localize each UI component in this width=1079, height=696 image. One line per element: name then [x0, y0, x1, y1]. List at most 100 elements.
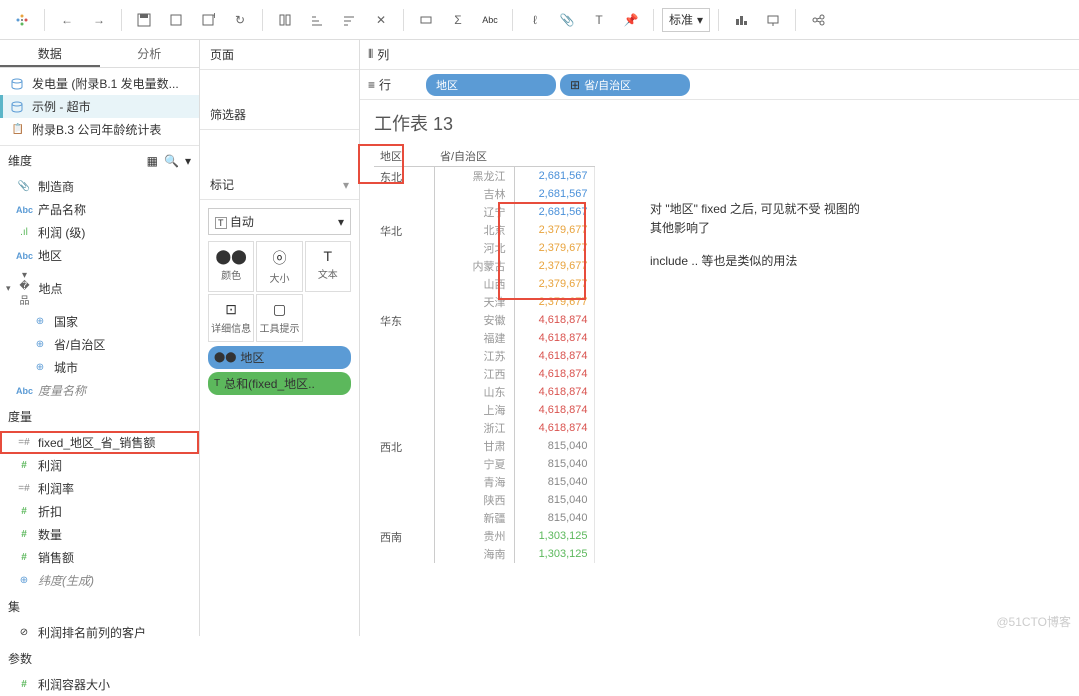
shelf-pill[interactable]: 地区	[426, 74, 556, 96]
province-cell: 山西	[434, 275, 514, 293]
mark-type-select[interactable]: T 自动▾	[208, 208, 351, 235]
datasource-item[interactable]: 发电量 (附录B.1 发电量数...	[0, 72, 199, 95]
filters-header: 筛选器	[210, 106, 246, 123]
refresh-icon[interactable]: ↻	[226, 6, 254, 34]
field-label: 地点	[39, 280, 63, 297]
pill-icon: T	[214, 378, 220, 389]
province-cell: 山东	[434, 383, 514, 401]
highlight-icon[interactable]: ℓ	[521, 6, 549, 34]
field-利润[interactable]: #利润	[0, 454, 199, 477]
province-cell: 海南	[434, 545, 514, 563]
mark-cell-详细信息[interactable]: ⊡详细信息	[208, 294, 254, 342]
field-地区[interactable]: Abc地区	[0, 244, 199, 267]
present-icon[interactable]	[759, 6, 787, 34]
set-header: 集	[8, 598, 20, 615]
region-cell: 西北	[374, 437, 434, 527]
share-icon[interactable]	[804, 6, 832, 34]
field-制造商[interactable]: 📎制造商	[0, 175, 199, 198]
value-cell: 815,040	[514, 437, 594, 455]
tab-analysis[interactable]: 分析	[100, 40, 200, 67]
field-利润率[interactable]: =#利润率	[0, 477, 199, 500]
totals-icon[interactable]: Σ	[444, 6, 472, 34]
field-label: 销售额	[38, 549, 74, 566]
datasource-item[interactable]: 示例 - 超市	[0, 95, 199, 118]
value-cell: 4,618,874	[514, 365, 594, 383]
db-icon	[10, 78, 26, 90]
search-icon[interactable]: 🔍	[164, 154, 179, 168]
field-label: 利润	[38, 457, 62, 474]
toolbar: ← → + ↻ ✕ Σ Abc ℓ 📎 T 📌 标准▾	[0, 0, 1079, 40]
dim-header: 维度	[8, 152, 32, 169]
table-row[interactable]: 华东安徽4,618,874	[374, 311, 594, 329]
pin-icon[interactable]: 📌	[617, 6, 645, 34]
field-城市[interactable]: ⊕城市	[0, 356, 199, 379]
mark-cell-大小[interactable]: ⓞ大小	[256, 241, 302, 292]
province-cell: 福建	[434, 329, 514, 347]
field-label: 折扣	[38, 503, 62, 520]
field-省/自治区[interactable]: ⊕省/自治区	[0, 333, 199, 356]
region-cell: 华东	[374, 311, 434, 437]
chevron-down-icon[interactable]: ▾	[343, 178, 349, 192]
value-cell: 1,303,125	[514, 527, 594, 545]
field-销售额[interactable]: #销售额	[0, 546, 199, 569]
field-利润容器大小[interactable]: #利润容器大小	[0, 673, 199, 696]
shelf-pill[interactable]: ⊞省/自治区	[560, 74, 690, 96]
table-row[interactable]: 华北北京2,379,677	[374, 221, 594, 239]
sort-desc-icon[interactable]	[335, 6, 363, 34]
tab-data[interactable]: 数据	[0, 40, 100, 67]
field-数量[interactable]: #数量	[0, 523, 199, 546]
field-度量名称[interactable]: Abc度量名称	[0, 379, 199, 402]
clear-icon[interactable]: ✕	[367, 6, 395, 34]
text-icon[interactable]: T	[585, 6, 613, 34]
pill-label: 总和(fixed_地区..	[224, 375, 315, 392]
mark-cell-颜色[interactable]: ⬤⬤颜色	[208, 241, 254, 292]
group-icon[interactable]	[412, 6, 440, 34]
province-cell: 吉林	[434, 185, 514, 203]
value-cell: 4,618,874	[514, 401, 594, 419]
sort-asc-icon[interactable]	[303, 6, 331, 34]
swap-icon[interactable]	[271, 6, 299, 34]
new-datasource-icon[interactable]	[162, 6, 190, 34]
field-利润排名前列的客户[interactable]: ⊘利润排名前列的客户	[0, 621, 199, 644]
province-cell: 贵州	[434, 527, 514, 545]
field-fixed_地区_省_销售额[interactable]: =#fixed_地区_省_销售额	[0, 431, 199, 454]
save-icon[interactable]	[130, 6, 158, 34]
view-icon[interactable]: ▦	[147, 154, 158, 168]
mark-cell-文本[interactable]: T文本	[305, 241, 351, 292]
crosstab: 地区省/自治区东北黑龙江2,681,567吉林2,681,567辽宁2,681,…	[374, 146, 595, 563]
new-worksheet-icon[interactable]: +	[194, 6, 222, 34]
field-label: 国家	[54, 313, 78, 330]
attach-icon[interactable]: 📎	[553, 6, 581, 34]
datasource-item[interactable]: 📋附录B.3 公司年龄统计表	[0, 118, 199, 141]
field-折扣[interactable]: #折扣	[0, 500, 199, 523]
value-cell: 2,379,677	[514, 275, 594, 293]
province-cell: 黑龙江	[434, 167, 514, 186]
field-地点[interactable]: ▾ ▾ �品地点	[0, 267, 199, 310]
pages-header: 页面	[210, 46, 234, 63]
mark-pill[interactable]: T 总和(fixed_地区..	[208, 372, 351, 395]
province-cell: 宁夏	[434, 455, 514, 473]
region-cell: 东北	[374, 167, 434, 222]
field-label: 城市	[54, 359, 78, 376]
value-cell: 2,681,567	[514, 167, 594, 186]
region-cell: 华北	[374, 221, 434, 311]
mark-cell-工具提示[interactable]: ▢工具提示	[256, 294, 302, 342]
showme-icon[interactable]	[727, 6, 755, 34]
pill-label: 地区	[240, 349, 264, 366]
table-row[interactable]: 东北黑龙江2,681,567	[374, 167, 594, 186]
forward-icon[interactable]: →	[85, 6, 113, 34]
menu-icon[interactable]: ▾	[185, 154, 191, 168]
fit-dropdown[interactable]: 标准▾	[662, 8, 710, 32]
field-产品名称[interactable]: Abc产品名称	[0, 198, 199, 221]
back-icon[interactable]: ←	[53, 6, 81, 34]
abc-icon[interactable]: Abc	[476, 6, 504, 34]
field-label: 数量	[38, 526, 62, 543]
mark-pill[interactable]: ⬤⬤地区	[208, 346, 351, 369]
table-row[interactable]: 西南贵州1,303,125	[374, 527, 594, 545]
value-cell: 815,040	[514, 455, 594, 473]
field-纬度(生成)[interactable]: ⊕纬度(生成)	[0, 569, 199, 592]
logo-icon[interactable]	[8, 6, 36, 34]
field-利润 (级)[interactable]: .ıl利润 (级)	[0, 221, 199, 244]
field-国家[interactable]: ⊕国家	[0, 310, 199, 333]
table-row[interactable]: 西北甘肃815,040	[374, 437, 594, 455]
